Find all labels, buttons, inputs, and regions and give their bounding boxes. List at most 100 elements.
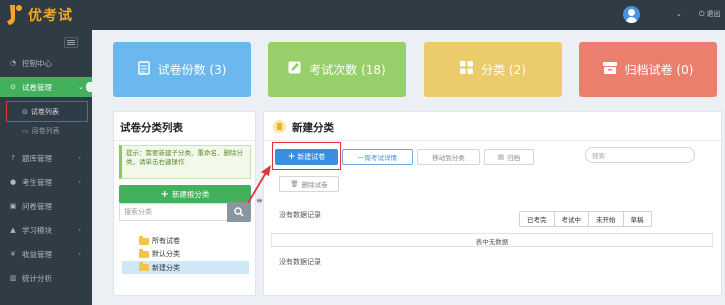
filter-finished[interactable]: 已考完 <box>520 212 555 226</box>
folder-icon <box>273 120 286 133</box>
search-button[interactable] <box>227 202 251 222</box>
tree-item-all[interactable]: 所有试卷 <box>139 235 180 247</box>
sidebar-item-label: 试卷管理 <box>22 82 52 92</box>
grid-icon <box>460 61 474 78</box>
sidebar: ◔ 控制中心 ⊙ 试卷管理 ⌄ ⊙ 试卷列表 ▭ 阅卷列表 ? 题库管理 ‹ ●… <box>0 30 92 305</box>
sidebar-item-learning[interactable]: ▲ 学习模块 ‹ <box>0 220 92 240</box>
edit-icon <box>288 61 301 78</box>
tree-item-label: 默认分类 <box>152 250 180 258</box>
tree-item-default[interactable]: 默认分类 <box>139 248 180 260</box>
filter-draft[interactable]: 草稿 <box>624 212 651 226</box>
divider <box>114 140 255 141</box>
tree-item-label: 新建分类 <box>152 263 180 272</box>
filter-not-started[interactable]: 未开始 <box>589 212 624 226</box>
archive-icon: ▤ <box>497 153 505 161</box>
no-records-text-bottom: 没有数据记录 <box>279 258 321 266</box>
app-name: 优考试 <box>28 8 73 24</box>
sidebar-item-questionnaire[interactable]: ▣ 问卷管理 <box>0 196 92 216</box>
folder-icon <box>139 248 149 258</box>
stat-card-archived[interactable]: 归档试卷 (0) <box>579 42 717 97</box>
button-label: 删除试卷 <box>301 181 328 189</box>
chevron-left-icon: ‹ <box>78 250 81 258</box>
active-indicator <box>86 82 94 92</box>
logout-label: 退出 <box>706 10 721 18</box>
exam-table: 表中无数据 <box>271 233 713 247</box>
tree-item-new-category[interactable]: 新建分类 <box>122 261 249 274</box>
folder-icon <box>139 262 149 271</box>
plus-icon: + <box>160 188 169 200</box>
chevron-down-icon: ⌄ <box>78 83 84 91</box>
main-panel-title: 新建分类 <box>292 122 334 134</box>
category-panel-title: 试卷分类列表 <box>120 122 183 134</box>
sidebar-item-candidates[interactable]: ● 考生管理 ‹ <box>0 172 92 192</box>
chevron-left-icon: ‹ <box>78 226 81 234</box>
app-logo[interactable]: 优考试 <box>0 0 92 30</box>
stat-card-exams[interactable]: 考试次数 (18) <box>268 42 406 97</box>
delete-exam-button[interactable]: 🗑 删除试卷 <box>279 176 339 192</box>
exam-search-input[interactable]: 搜索 <box>585 147 695 163</box>
chevron-down-icon[interactable]: ⌄ <box>676 10 682 18</box>
sidebar-item-question-bank[interactable]: ? 题库管理 ‹ <box>0 148 92 168</box>
sidebar-item-label: 学习模块 <box>22 225 52 235</box>
doc-icon: ▭ <box>22 127 29 135</box>
divider <box>264 140 721 141</box>
sidebar-item-exam-papers[interactable]: ⊙ 试卷管理 ⌄ <box>0 77 92 97</box>
trash-icon: 🗑 <box>290 180 299 188</box>
sidebar-item-label: 收益管理 <box>22 249 52 259</box>
power-icon: ⏻ <box>699 9 705 18</box>
button-label: 新建根分类 <box>171 189 210 199</box>
main-panel: 新建分类 + 新建试卷 一周考试详情 移动到分类 ▤ 归档 搜索 🗑 删除试卷 … <box>263 111 722 296</box>
check-circle-icon: ⊙ <box>10 83 16 91</box>
sidebar-subitem-grading-list[interactable]: ▭ 阅卷列表 <box>0 123 92 139</box>
annotation-arrow-icon <box>247 165 271 204</box>
tip-box: 提示：需要新建子分类、重命名、删除分类，请单击右键操作 <box>119 145 251 179</box>
sidebar-item-label: 问卷管理 <box>22 201 52 211</box>
category-panel: 试卷分类列表 提示：需要新建子分类、重命名、删除分类，请单击右键操作 + 新建根… <box>113 111 256 296</box>
highlight-box-new-exam <box>272 142 341 170</box>
highlight-box-exam-list <box>6 101 88 122</box>
sidebar-subitem-label: 阅卷列表 <box>31 127 60 135</box>
new-root-category-button[interactable]: + 新建根分类 <box>119 185 251 203</box>
status-filter-group: 已考完 考试中 未开始 草稿 <box>519 211 652 227</box>
stat-label: 试卷份数 (3) <box>157 63 227 77</box>
archive-button[interactable]: ▤ 归档 <box>484 149 534 165</box>
move-to-category-button[interactable]: 移动到分类 <box>417 149 480 165</box>
category-search-input[interactable]: 搜索分类 <box>119 203 229 221</box>
avatar[interactable] <box>623 6 640 23</box>
sidebar-item-dashboard[interactable]: ◔ 控制中心 <box>0 53 92 73</box>
chart-icon: ▥ <box>9 274 17 282</box>
button-label: 一周考试详情 <box>358 154 397 162</box>
stat-card-papers[interactable]: 试卷份数 (3) <box>113 42 251 97</box>
top-bar: 优考试 ⌄ ⏻ 退出 <box>0 0 725 30</box>
dashboard-icon: ◔ <box>9 59 17 67</box>
stat-label: 考试次数 (18) <box>309 63 386 77</box>
table-empty-text: 表中无数据 <box>475 238 509 246</box>
button-label: 归档 <box>507 154 521 162</box>
sidebar-item-label: 统计分析 <box>22 273 52 283</box>
stat-label: 归档试卷 (0) <box>624 63 694 77</box>
document-icon <box>137 60 150 79</box>
stat-card-categories[interactable]: 分类 (2) <box>424 42 562 97</box>
button-label: 移动到分类 <box>432 154 465 162</box>
folder-icon <box>139 235 149 245</box>
archive-icon <box>602 61 617 78</box>
chevron-left-icon: ‹ <box>78 154 81 162</box>
sidebar-item-label: 题库管理 <box>22 153 52 163</box>
stat-label: 分类 (2) <box>481 63 526 77</box>
filter-in-progress[interactable]: 考试中 <box>555 212 589 226</box>
sidebar-item-label: 考生管理 <box>22 177 52 187</box>
sidebar-item-label: 控制中心 <box>22 58 52 68</box>
exam-detail-button[interactable]: 一周考试详情 <box>342 149 413 165</box>
logout-button[interactable]: ⏻ 退出 <box>699 9 721 19</box>
money-icon: ¥ <box>10 250 16 258</box>
user-icon: ● <box>9 178 17 186</box>
chevron-left-icon: ‹ <box>78 178 81 186</box>
search-icon <box>234 207 244 217</box>
menu-toggle-icon[interactable] <box>64 37 78 48</box>
sidebar-item-statistics[interactable]: ▥ 统计分析 <box>0 268 92 288</box>
graduation-icon: ▲ <box>10 226 16 234</box>
sidebar-item-revenue[interactable]: ¥ 收益管理 ‹ <box>0 244 92 264</box>
logo-icon <box>7 5 22 25</box>
clipboard-icon: ▣ <box>9 202 17 210</box>
tree-item-label: 所有试卷 <box>152 237 180 245</box>
